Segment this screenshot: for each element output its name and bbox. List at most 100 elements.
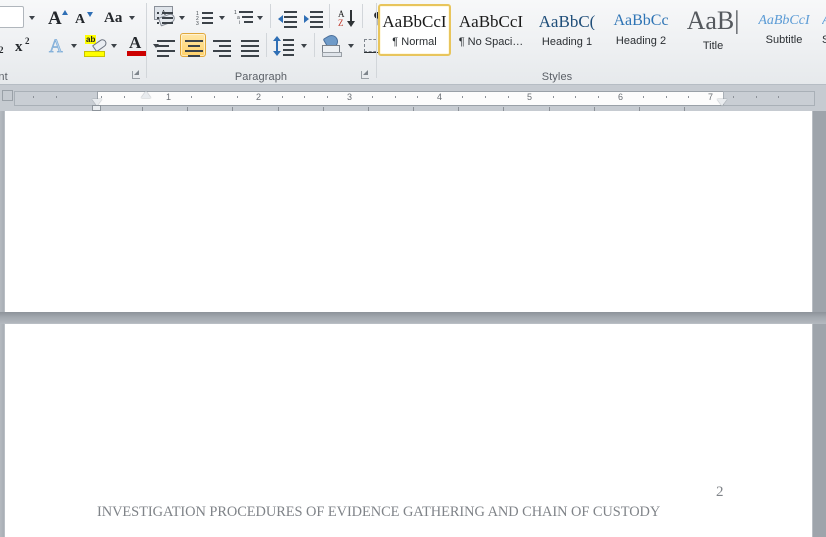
style-item-subtitle[interactable]: AaBbCcI Subtitle — [749, 4, 819, 56]
style-name-heading-1: Heading 1 — [541, 35, 593, 48]
style-preview-subtle-emphasis: A — [822, 14, 826, 28]
ruler-tick — [665, 96, 667, 98]
ruler-tick — [462, 96, 464, 98]
ruler-tick — [688, 96, 690, 98]
document-canvas[interactable]: 2 INVESTIGATION PROCEDURES OF EVIDENCE G… — [0, 111, 826, 537]
paragraph-inner-sep-5 — [314, 33, 315, 57]
ruler-tick — [755, 96, 757, 98]
multilevel-list-button[interactable]: 1 a i — [232, 5, 256, 29]
page-number: 2 — [716, 484, 724, 500]
align-right-button[interactable] — [208, 33, 234, 57]
ruler-tick — [642, 96, 644, 98]
style-name-heading-2: Heading 2 — [615, 35, 667, 47]
ruler-tick — [733, 96, 735, 98]
style-name-subtle-emphasis: Su — [822, 34, 826, 46]
ruler-tick — [214, 96, 216, 98]
style-name-no-spacing: ¶ No Spaci… — [458, 35, 524, 48]
numbering-button[interactable]: 1 2 3 — [192, 5, 216, 29]
multilevel-list-dropdown-arrow-icon[interactable] — [254, 5, 266, 29]
ruler-number-1: 1 — [166, 92, 172, 102]
ruler-tick — [56, 96, 58, 98]
subscript-button[interactable]: x 2 — [0, 33, 10, 57]
line-spacing-dropdown-arrow-icon[interactable] — [298, 33, 310, 57]
paragraph-inner-sep-1 — [270, 4, 271, 28]
bullets-button[interactable] — [152, 5, 176, 29]
first-line-indent-marker[interactable] — [141, 91, 151, 98]
ruler-tick — [372, 96, 374, 98]
style-item-heading-2[interactable]: AaBbCc Heading 2 — [605, 4, 677, 56]
style-preview-title: AaB| — [686, 8, 740, 34]
sort-letter-bottom: Z — [338, 18, 344, 28]
font-size-box[interactable] — [0, 6, 24, 28]
font-size-dropdown-arrow-icon[interactable] — [24, 6, 40, 28]
style-preview-heading-2: AaBbCc — [613, 13, 669, 29]
line-spacing-button[interactable] — [272, 33, 298, 57]
ruler-tick — [575, 96, 577, 98]
ruler-tick — [191, 96, 193, 98]
style-name-title: Title — [702, 40, 724, 52]
decrease-indent-button[interactable] — [275, 5, 299, 29]
align-center-button[interactable] — [180, 33, 206, 57]
shrink-font-button[interactable]: A — [70, 5, 94, 29]
ruler-number-5: 5 — [527, 92, 533, 102]
text-effects-dropdown-arrow-icon[interactable] — [68, 33, 80, 57]
style-item-heading-1[interactable]: AaBbC( Heading 1 — [531, 4, 603, 56]
ribbon-group-styles-label: Styles — [541, 71, 573, 83]
sort-button[interactable]: A Z — [334, 5, 358, 29]
numbering-dropdown-arrow-icon[interactable] — [216, 5, 228, 29]
ruler-tick — [778, 96, 780, 98]
ribbon-group-font: A A Aa A x 2 x — [0, 0, 177, 84]
paragraph-inner-sep-4 — [266, 33, 267, 57]
justify-button[interactable] — [236, 33, 262, 57]
page-1[interactable] — [5, 111, 812, 312]
ruler-right-margin-zone — [723, 91, 815, 106]
ruler-tick — [597, 96, 599, 98]
style-name-subtitle: Subtitle — [765, 34, 803, 46]
change-case-dropdown-arrow-icon[interactable] — [126, 5, 138, 29]
ruler-tick — [304, 96, 306, 98]
text-effects-button[interactable]: A — [44, 33, 68, 57]
ruler-tick — [326, 96, 328, 98]
ruler-tick — [394, 96, 396, 98]
ruler-number-4: 4 — [437, 92, 443, 102]
right-indent-marker[interactable] — [717, 99, 727, 106]
ruler-tick — [123, 96, 125, 98]
superscript-button[interactable]: x 2 — [12, 33, 36, 57]
ruler-text-zone — [97, 91, 724, 106]
style-item-subtle-emphasis[interactable]: A Su — [821, 4, 826, 56]
ruler-tick — [484, 96, 486, 98]
ruler-tick — [507, 96, 509, 98]
style-preview-heading-1: AaBbC( — [538, 12, 596, 30]
ribbon-group-styles: AaBbCcI ¶ Normal AaBbCcI ¶ No Spaci… AaB… — [377, 0, 826, 84]
ruler-left-margin-zone — [14, 91, 98, 106]
shading-dropdown-arrow-icon[interactable] — [345, 33, 357, 57]
align-left-button[interactable] — [152, 33, 178, 57]
ruler-tick — [33, 96, 35, 98]
style-item-title[interactable]: AaB| Title — [679, 4, 747, 56]
ruler-tick — [281, 96, 283, 98]
text-highlight-dropdown-arrow-icon[interactable] — [108, 33, 120, 57]
style-item-normal[interactable]: AaBbCcI ¶ Normal — [378, 4, 451, 56]
ruler-tick — [236, 96, 238, 98]
ruler-tick — [101, 96, 103, 98]
word-window: A A Aa A x 2 x — [0, 0, 826, 537]
paragraph-inner-sep-3 — [362, 4, 363, 28]
ruler-tick — [417, 96, 419, 98]
page-2[interactable]: 2 INVESTIGATION PROCEDURES OF EVIDENCE G… — [5, 324, 812, 537]
text-highlight-color-button[interactable]: ab — [82, 32, 109, 58]
tab-stop-selector[interactable] — [2, 90, 13, 101]
ruler[interactable]: 1 2 3 4 5 6 7 — [0, 85, 826, 111]
increase-indent-button[interactable] — [301, 5, 325, 29]
style-item-no-spacing[interactable]: AaBbCcI ¶ No Spaci… — [453, 4, 529, 56]
paragraph-inner-sep-2 — [329, 4, 330, 28]
page-gap-1 — [0, 312, 826, 324]
shading-button[interactable] — [319, 32, 345, 58]
style-preview-no-spacing: AaBbCcI — [458, 12, 524, 30]
font-dialog-launcher[interactable] — [131, 70, 142, 81]
bullets-dropdown-arrow-icon[interactable] — [176, 5, 188, 29]
change-case-button[interactable]: Aa — [100, 5, 126, 29]
grow-font-button[interactable]: A — [44, 5, 68, 29]
ruler-tick — [552, 96, 554, 98]
ribbon: A A Aa A x 2 x — [0, 0, 826, 85]
ruler-number-6: 6 — [618, 92, 624, 102]
